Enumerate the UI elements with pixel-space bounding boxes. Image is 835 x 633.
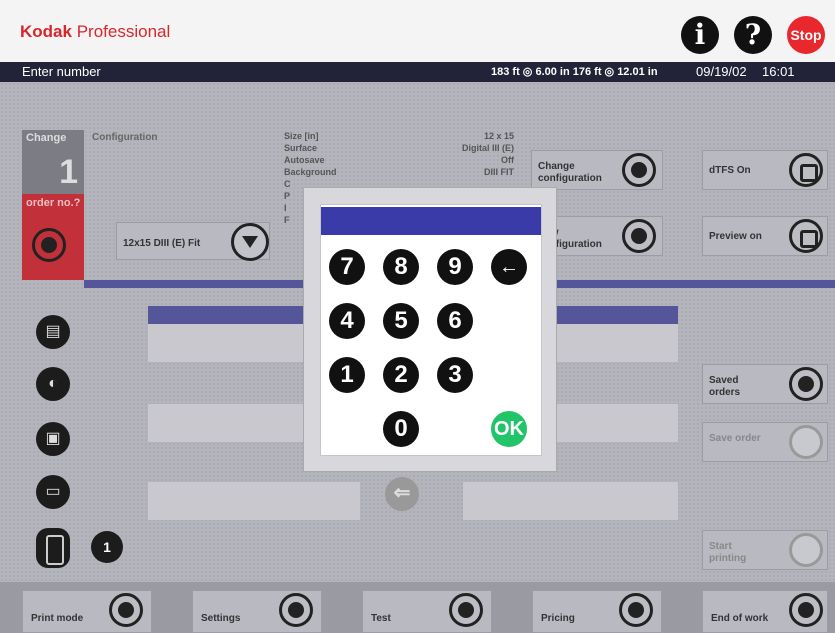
saved-orders-button[interactable]: Saved orders: [702, 364, 828, 404]
button-label: dTFS On: [709, 165, 751, 176]
cfg-value: Digital III (E): [461, 143, 514, 153]
order-number-panel: Change 1 order no.?: [22, 130, 84, 290]
key-9[interactable]: 9: [437, 249, 473, 285]
change-configuration-button[interactable]: Change configuration: [531, 150, 663, 190]
help-icon[interactable]: ?: [734, 16, 772, 54]
configuration-label: Configuration: [92, 132, 158, 143]
number-input[interactable]: [321, 207, 541, 235]
card-reader-icon[interactable]: ▣: [36, 422, 70, 456]
scroll-left-icon[interactable]: ⇐: [385, 477, 419, 511]
button-label: End of work: [711, 613, 769, 624]
chevron-down-icon[interactable]: [231, 223, 269, 261]
floppy-disk-icon[interactable]: ▤: [36, 315, 70, 349]
button-ring-icon: [789, 593, 823, 627]
cd-icon[interactable]: ◐: [36, 367, 70, 401]
key-1[interactable]: 1: [329, 357, 365, 393]
phone-icon[interactable]: [36, 528, 70, 568]
info-icon[interactable]: i: [681, 16, 719, 54]
square-icon: [789, 219, 823, 253]
order-label: order no.?: [26, 197, 81, 209]
cfg-key: Surface: [284, 143, 318, 153]
square-icon: [789, 153, 823, 187]
cfg-value: 12 x 15: [483, 131, 514, 141]
button-ring-icon: [789, 533, 823, 567]
button-label: Start printing: [709, 541, 747, 564]
order-number-box: order no.?: [22, 194, 84, 280]
list-row[interactable]: [463, 482, 678, 520]
change-number: 1: [59, 153, 78, 191]
cfg-value: DIII FIT: [484, 167, 514, 177]
button-ring-icon: [789, 425, 823, 459]
cfg-key: Autosave: [284, 155, 325, 165]
button-label: Settings: [201, 613, 241, 624]
stop-button[interactable]: Stop: [787, 16, 825, 54]
keypad-panel: 7 8 9 ← 4 5 6 1 2 3 0 OK: [320, 204, 542, 456]
computer-icon[interactable]: ▭: [36, 475, 70, 509]
button-label: Save order: [709, 433, 761, 444]
button-label: Pricing: [541, 613, 575, 624]
button-ring-icon: [789, 367, 823, 401]
cfg-key: Background: [284, 167, 337, 177]
button-ring-icon: [109, 593, 143, 627]
button-label: Saved orders: [709, 375, 741, 398]
order-number-button[interactable]: [32, 228, 66, 262]
button-ring-icon: [622, 219, 656, 253]
list-row[interactable]: [148, 482, 360, 520]
date-display: 09/19/02: [696, 64, 747, 79]
keypad-dialog: 7 8 9 ← 4 5 6 1 2 3 0 OK: [303, 187, 557, 472]
key-6[interactable]: 6: [437, 303, 473, 339]
cfg-value: Off: [501, 155, 514, 165]
save-order-button[interactable]: Save order: [702, 422, 828, 462]
cfg-key: F: [284, 215, 290, 225]
ok-button[interactable]: OK: [491, 411, 527, 447]
button-label: Preview on: [709, 231, 762, 242]
key-7[interactable]: 7: [329, 249, 365, 285]
start-printing-button[interactable]: Start printing: [702, 530, 828, 570]
button-label: Test: [371, 613, 391, 624]
bottom-nav: Print mode Settings Test Pricing End of …: [0, 582, 835, 633]
test-button[interactable]: Test: [362, 590, 492, 633]
brand-kodak: Kodak: [20, 22, 72, 41]
brand-logo: Kodak Professional: [20, 22, 170, 42]
dropdown-value: 12x15 DIII (E) Fit: [123, 238, 201, 249]
button-ring-icon: [279, 593, 313, 627]
key-0[interactable]: 0: [383, 411, 419, 447]
cfg-key: I: [284, 203, 287, 213]
prompt-text: Enter number: [22, 64, 101, 79]
key-4[interactable]: 4: [329, 303, 365, 339]
button-ring-icon: [619, 593, 653, 627]
key-8[interactable]: 8: [383, 249, 419, 285]
preview-toggle-button[interactable]: Preview on: [702, 216, 828, 256]
print-mode-button[interactable]: Print mode: [22, 590, 152, 633]
top-bar: Kodak Professional i ? Stop: [0, 0, 835, 62]
button-label: Print mode: [31, 613, 84, 624]
end-of-work-button[interactable]: End of work: [702, 590, 828, 633]
backspace-icon[interactable]: ←: [491, 249, 527, 285]
button-label: Change configuration: [538, 161, 602, 184]
media-info: 183 ft ◎ 6.00 in 176 ft ◎ 12.01 in: [491, 66, 658, 78]
configuration-dropdown[interactable]: 12x15 DIII (E) Fit: [116, 222, 270, 261]
pricing-button[interactable]: Pricing: [532, 590, 662, 633]
key-2[interactable]: 2: [383, 357, 419, 393]
cfg-key: C: [284, 179, 291, 189]
button-ring-icon: [622, 153, 656, 187]
key-5[interactable]: 5: [383, 303, 419, 339]
button-ring-icon: [449, 593, 483, 627]
settings-button[interactable]: Settings: [192, 590, 322, 633]
brand-professional: Professional: [76, 22, 171, 41]
status-bar: Enter number 183 ft ◎ 6.00 in 176 ft ◎ 1…: [0, 62, 835, 82]
cfg-key: P: [284, 191, 291, 201]
change-counter: Change 1: [22, 130, 84, 194]
cfg-key: Size [in]: [284, 131, 319, 141]
order-count-badge: 1: [91, 531, 123, 563]
key-3[interactable]: 3: [437, 357, 473, 393]
change-label: Change: [26, 132, 67, 144]
dtfs-toggle-button[interactable]: dTFS On: [702, 150, 828, 190]
time-display: 16:01: [762, 64, 795, 79]
